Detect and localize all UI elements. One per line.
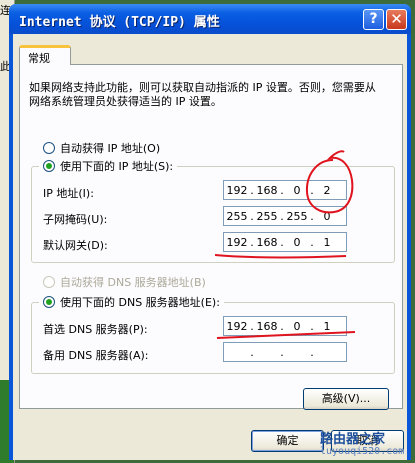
intro-text: 如果网络支持此功能，则可以获取自动指派的 IP 设置。否则，您需要从网络系统管理…	[29, 81, 376, 108]
pdns-octet-1: 192	[226, 319, 248, 333]
subnet-mask-label: 子网掩码(U):	[43, 213, 108, 226]
tcpip-properties-dialog: Internet 协议 (TCP/IP) 属性 ? ✕ 常规 如果网络支持此功能…	[9, 4, 411, 460]
ip-address-octet-2: 168	[256, 183, 278, 197]
octet-dot: .	[280, 345, 284, 359]
dialog-client-area: 常规 如果网络支持此功能，则可以获取自动指派的 IP 设置。否则，您需要从网络系…	[13, 34, 407, 460]
radio-auto-dns-label: 自动获得 DNS 服务器地址(B)	[60, 276, 206, 289]
alternate-dns-label: 备用 DNS 服务器(A):	[43, 349, 149, 362]
gateway-octet-2: 168	[256, 235, 278, 249]
gateway-octet-3: 0	[293, 235, 301, 249]
radio-manual-ip-circle[interactable]	[43, 160, 55, 172]
radio-auto-ip-label: 自动获得 IP 地址(O)	[60, 142, 161, 155]
gateway-octet-4: 1	[323, 235, 331, 249]
alternate-dns-input[interactable]: . . .	[223, 342, 347, 362]
dns-group-box	[31, 302, 395, 374]
ip-address-octet-4: 2	[323, 183, 331, 197]
title-bar[interactable]: Internet 协议 (TCP/IP) 属性 ? ✕	[9, 4, 411, 34]
watermark-title: 路由器之家	[320, 432, 386, 447]
advanced-button[interactable]: 高级(V)...	[303, 388, 389, 410]
pdns-octet-4: 1	[323, 319, 331, 333]
ip-address-label: IP 地址(I):	[43, 187, 94, 200]
octet-dot: .	[250, 345, 254, 359]
radio-manual-dns[interactable]: 使用下面的 DNS 服务器地址(E):	[39, 294, 224, 310]
subnet-octet-4: 0	[323, 209, 331, 223]
subnet-mask-input[interactable]: 255. 255. 255. 0	[223, 206, 347, 226]
ip-address-input[interactable]: 192. 168. 0. 2	[223, 180, 347, 200]
radio-auto-ip-circle[interactable]	[43, 142, 55, 154]
pdns-octet-3: 0	[293, 319, 301, 333]
radio-auto-dns[interactable]: 自动获得 DNS 服务器地址(B)	[43, 274, 206, 290]
ip-address-octet-1: 192	[226, 183, 248, 197]
radio-manual-ip-label: 使用下面的 IP 地址(S):	[60, 160, 174, 173]
radio-manual-ip[interactable]: 使用下面的 IP 地址(S):	[39, 158, 178, 174]
subnet-octet-3: 255	[286, 209, 308, 223]
gateway-octet-1: 192	[226, 235, 248, 249]
radio-auto-ip[interactable]: 自动获得 IP 地址(O)	[43, 140, 160, 156]
octet-dot: .	[310, 345, 314, 359]
radio-auto-dns-circle[interactable]	[43, 276, 55, 288]
subnet-octet-1: 255	[226, 209, 248, 223]
preferred-dns-input[interactable]: 192. 168. 0. 1	[223, 316, 347, 336]
default-gateway-input[interactable]: 192. 168. 0. 1	[223, 232, 347, 252]
ip-address-octet-3: 0	[293, 183, 301, 197]
window-title: Internet 协议 (TCP/IP) 属性	[19, 15, 220, 30]
subnet-octet-2: 255	[256, 209, 278, 223]
default-gateway-label: 默认网关(D):	[43, 239, 108, 252]
preferred-dns-label: 首选 DNS 服务器(P):	[43, 323, 148, 336]
site-watermark: 路由器之家 luyouqi520.com	[316, 428, 415, 463]
ok-button[interactable]: 确定	[251, 430, 324, 452]
watermark-url: luyouqi520.com	[320, 446, 405, 457]
pdns-octet-2: 168	[256, 319, 278, 333]
close-button[interactable]: ✕	[386, 9, 407, 30]
tab-general[interactable]: 常规	[19, 45, 71, 65]
tab-general-label: 常规	[28, 52, 50, 65]
radio-manual-dns-circle[interactable]	[43, 296, 55, 308]
radio-manual-dns-label: 使用下面的 DNS 服务器地址(E):	[60, 296, 220, 309]
help-button[interactable]: ?	[363, 9, 384, 30]
